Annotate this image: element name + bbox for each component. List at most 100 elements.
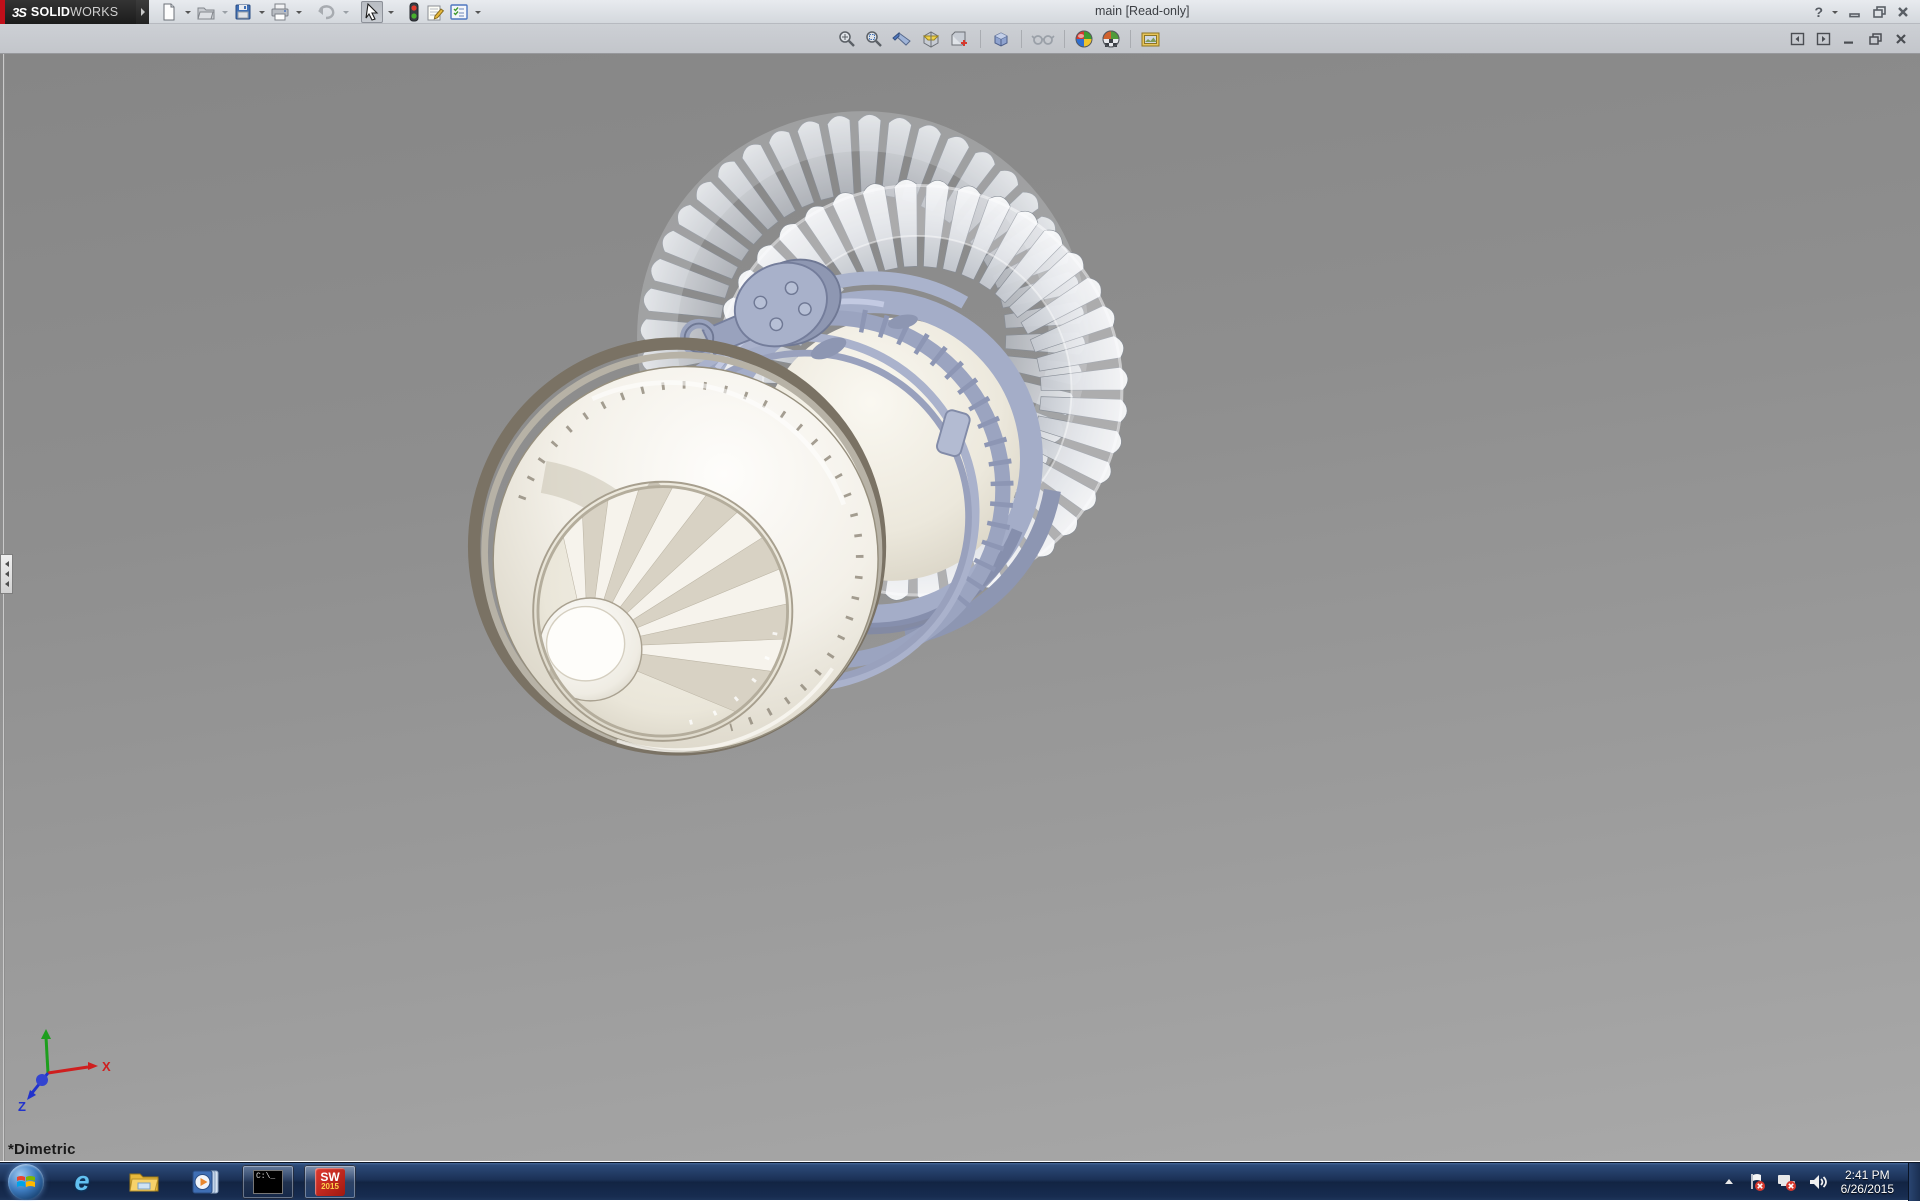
options-dropdown[interactable]: [472, 1, 483, 23]
panel-forward-button[interactable]: [1814, 30, 1832, 48]
panel-back-icon: [1790, 32, 1805, 46]
sw-year: 2015: [321, 1183, 339, 1191]
taskbar-media-player[interactable]: [180, 1165, 232, 1199]
open-button[interactable]: [195, 1, 217, 23]
restore-icon: [1868, 32, 1883, 46]
zoom-to-area-button[interactable]: [863, 28, 885, 50]
start-button[interactable]: [8, 1164, 44, 1200]
options-list-icon: [449, 2, 469, 22]
view-toolbar: [836, 24, 1163, 53]
rebuild-traffic-light-icon: [407, 2, 421, 22]
new-dropdown[interactable]: [182, 1, 193, 23]
panel-forward-icon: [1816, 32, 1831, 46]
system-tray: 2:41 PM 6/26/2015: [1725, 1163, 1920, 1201]
view-orientation-label: *Dimetric: [8, 1141, 76, 1158]
taskbar-solidworks[interactable]: SW 2015: [304, 1165, 356, 1199]
save-floppy-icon: [233, 2, 253, 22]
minimize-icon: [1842, 32, 1856, 46]
print-icon: [270, 2, 290, 22]
clock-time: 2:41 PM: [1841, 1168, 1894, 1182]
view-settings-button[interactable]: [1139, 28, 1163, 50]
zoom-to-fit-button[interactable]: [836, 28, 858, 50]
graphics-viewport[interactable]: X Z *Dimetric: [0, 54, 1920, 1161]
minimize-icon: [1848, 5, 1862, 19]
windows-taskbar: e C:\_ SW 2015: [0, 1162, 1920, 1200]
undo-dropdown[interactable]: [340, 1, 351, 23]
print-dropdown[interactable]: [293, 1, 304, 23]
command-prompt-icon: C:\_: [253, 1170, 283, 1194]
document-title: main [Read-only]: [1095, 4, 1190, 18]
apply-scene-ball-icon: [1101, 29, 1121, 49]
menu-expand-arrow[interactable]: [136, 0, 149, 24]
clock-date: 6/26/2015: [1841, 1182, 1894, 1196]
save-dropdown[interactable]: [256, 1, 267, 23]
new-document-button[interactable]: [158, 1, 180, 23]
close-icon: [1894, 32, 1908, 46]
title-bar: 3S SOLIDWORKS: [0, 0, 1920, 24]
hide-show-items-button[interactable]: [1030, 28, 1056, 50]
file-properties-icon: [425, 2, 445, 22]
taskbar-windows-explorer[interactable]: [118, 1165, 170, 1199]
section-view-icon: [920, 29, 942, 49]
solidworks-logo-mark: 3S: [12, 5, 26, 20]
triad-x-label: X: [102, 1059, 111, 1074]
windows-flag-icon: [16, 1173, 36, 1191]
select-dropdown[interactable]: [385, 1, 396, 23]
annotation-views-icon: [949, 29, 971, 49]
view-orientation-button[interactable]: [989, 28, 1013, 50]
solidworks-brand: SOLIDWORKS: [31, 5, 118, 19]
internet-explorer-icon: e: [74, 1166, 89, 1197]
save-button[interactable]: [232, 1, 254, 23]
app-restore-button[interactable]: [1870, 3, 1888, 21]
section-view-button[interactable]: [919, 28, 943, 50]
options-button[interactable]: [448, 1, 470, 23]
solidworks-logo[interactable]: 3S SOLIDWORKS: [0, 0, 136, 24]
annotation-views-button[interactable]: [948, 28, 972, 50]
show-hidden-icons-button[interactable]: [1725, 1179, 1733, 1184]
zoom-to-area-icon: [864, 29, 884, 49]
edit-appearance-button[interactable]: [1073, 28, 1095, 50]
taskbar-internet-explorer[interactable]: e: [56, 1165, 108, 1199]
media-player-icon: [191, 1168, 221, 1196]
brand-works: WORKS: [70, 5, 118, 19]
solidworks-2015-icon: SW 2015: [315, 1168, 345, 1196]
doc-close-button[interactable]: [1892, 30, 1910, 48]
rebuild-button[interactable]: [406, 1, 422, 23]
select-button[interactable]: [361, 1, 383, 23]
app-minimize-button[interactable]: [1846, 3, 1864, 21]
doc-restore-button[interactable]: [1866, 30, 1884, 48]
titlebar-controls: ?: [1814, 0, 1912, 24]
new-document-icon: [159, 2, 179, 22]
view-settings-frame-icon: [1140, 29, 1162, 49]
close-icon: [1896, 5, 1910, 19]
select-cursor-icon: [362, 2, 382, 22]
view-orientation-cube-icon: [990, 29, 1012, 49]
undo-button[interactable]: [314, 1, 338, 23]
help-button[interactable]: ?: [1814, 4, 1823, 20]
volume-speaker-icon[interactable]: [1807, 1172, 1829, 1192]
tray-icons: [1747, 1172, 1829, 1192]
taskbar-items: e C:\_ SW 2015: [56, 1165, 356, 1199]
taskbar-command-prompt[interactable]: C:\_: [242, 1165, 294, 1199]
heads-up-toolbar-row: [0, 24, 1920, 54]
hide-show-items-glasses-icon: [1031, 29, 1055, 49]
jet-engine-model[interactable]: [0, 54, 1920, 1161]
network-status-icon[interactable]: [1776, 1172, 1798, 1192]
help-dropdown[interactable]: [1829, 1, 1840, 23]
previous-view-button[interactable]: [890, 28, 914, 50]
app-close-button[interactable]: [1894, 3, 1912, 21]
undo-icon: [315, 2, 337, 22]
apply-scene-button[interactable]: [1100, 28, 1122, 50]
file-properties-button[interactable]: [424, 1, 446, 23]
panel-back-button[interactable]: [1788, 30, 1806, 48]
panel-splitter-handle[interactable]: [0, 554, 13, 594]
toolbar-separator: [980, 30, 981, 48]
show-desktop-button[interactable]: [1908, 1163, 1920, 1201]
feature-panel-edge: [3, 54, 5, 1161]
action-center-flag-icon[interactable]: [1747, 1172, 1767, 1192]
print-button[interactable]: [269, 1, 291, 23]
open-dropdown[interactable]: [219, 1, 230, 23]
triad-z-label: Z: [18, 1099, 26, 1111]
doc-minimize-button[interactable]: [1840, 30, 1858, 48]
taskbar-clock[interactable]: 2:41 PM 6/26/2015: [1841, 1168, 1894, 1196]
